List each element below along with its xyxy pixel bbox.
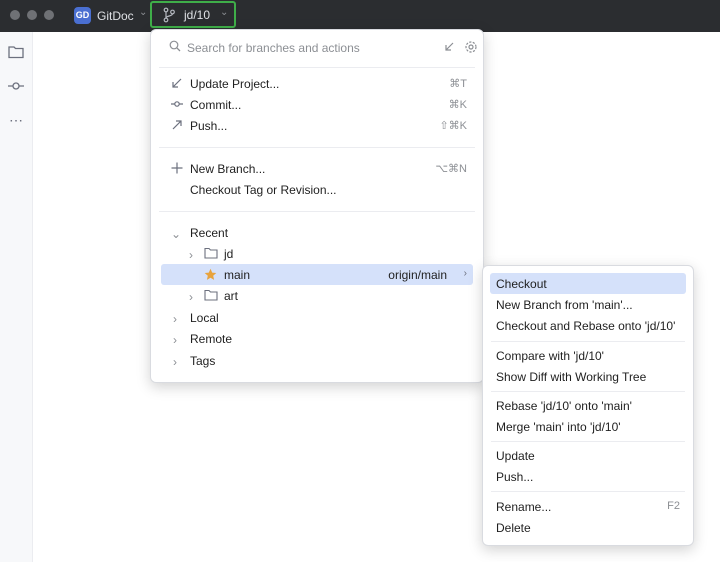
chevron-down-icon: ⌄ [220, 7, 229, 18]
menu-item-label: Merge 'main' into 'jd/10' [496, 420, 621, 434]
folder-label: art [224, 289, 239, 303]
zoom-window-button[interactable] [44, 10, 54, 20]
checkout-tag-item[interactable]: Checkout Tag or Revision... [161, 179, 473, 200]
search-bar [165, 38, 477, 58]
shortcut: ⌘T [449, 78, 467, 90]
gear-icon[interactable] [464, 40, 478, 54]
chevron-right-icon: › [173, 312, 177, 326]
menu-item-label: Show Diff with Working Tree [496, 370, 647, 384]
separator [159, 211, 475, 212]
tracking-branch: origin/main [388, 268, 447, 282]
push-item[interactable]: Push... [490, 466, 686, 487]
commit-icon[interactable] [6, 76, 26, 96]
title-bar: GD GitDoc ⌄ jd/10 ⌄ [0, 0, 720, 32]
menu-item-label: Push... [190, 119, 228, 133]
more-icon[interactable]: ⋯ [6, 112, 26, 132]
checkout-rebase-item[interactable]: Checkout and Rebase onto 'jd/10' [490, 315, 686, 336]
remote-group[interactable]: › Remote [161, 328, 473, 349]
separator [491, 341, 685, 342]
checkout-item[interactable]: Checkout [490, 273, 686, 294]
search-icon [169, 40, 181, 52]
menu-item-label: Compare with 'jd/10' [496, 349, 604, 363]
chevron-right-icon: › [189, 290, 193, 304]
delete-item[interactable]: Delete [490, 517, 686, 538]
menu-item-label: Push... [496, 470, 534, 484]
group-label: Remote [190, 332, 233, 346]
folder-jd[interactable]: › jd [161, 243, 473, 264]
separator [491, 391, 685, 392]
menu-item-label: Delete [496, 521, 531, 535]
commit-item[interactable]: Commit... ⌘K [161, 94, 473, 115]
push-icon [172, 120, 182, 130]
project-badge[interactable]: GD [74, 7, 91, 24]
branch-icon [163, 7, 175, 23]
tags-group[interactable]: › Tags [161, 350, 473, 371]
update-item[interactable]: Update [490, 445, 686, 466]
search-input[interactable] [187, 38, 417, 58]
folder-icon [204, 247, 218, 259]
push-item[interactable]: Push... ⇧⌘K [161, 115, 473, 136]
menu-item-label: Update Project... [190, 77, 280, 91]
collapse-icon[interactable] [442, 40, 456, 54]
separator [491, 491, 685, 492]
show-diff-item[interactable]: Show Diff with Working Tree [490, 366, 686, 387]
minimize-window-button[interactable] [27, 10, 37, 20]
shortcut: ⇧⌘K [439, 120, 467, 132]
menu-item-label: New Branch from 'main'... [496, 298, 633, 312]
group-label: Recent [190, 226, 229, 240]
chevron-right-icon: › [189, 248, 193, 262]
folder-label: jd [224, 247, 234, 261]
shortcut: ⌥⌘N [435, 163, 467, 175]
branch-actions-submenu: Checkout New Branch from 'main'... Check… [482, 265, 694, 546]
new-branch-item[interactable]: New Branch... ⌥⌘N [161, 158, 473, 179]
folder-icon [204, 289, 218, 301]
tool-window-strip: ⋯ [0, 32, 33, 562]
current-branch-label: jd/10 [184, 8, 211, 22]
rename-item[interactable]: Rename... F2 [490, 496, 686, 517]
update-project-icon [172, 78, 182, 88]
menu-item-label: Rename... [496, 500, 552, 514]
group-label: Local [190, 311, 219, 325]
branches-popup: Update Project... ⌘T Commit... ⌘K Push..… [150, 29, 484, 383]
shortcut: ⌘K [448, 99, 467, 111]
chevron-right-icon: › [173, 333, 177, 347]
chevron-down-icon: ⌄ [171, 227, 182, 241]
menu-item-label: Checkout and Rebase onto 'jd/10' [496, 319, 676, 333]
chevron-right-icon: › [463, 268, 467, 279]
chevron-down-icon[interactable]: ⌄ [139, 7, 147, 18]
separator [159, 147, 475, 148]
separator [159, 67, 475, 68]
branch-widget[interactable]: jd/10 ⌄ [150, 1, 236, 28]
project-name[interactable]: GitDoc [97, 9, 134, 23]
update-project-item[interactable]: Update Project... ⌘T [161, 73, 473, 94]
local-group[interactable]: › Local [161, 307, 473, 328]
menu-item-label: Rebase 'jd/10' onto 'main' [496, 399, 632, 413]
plus-icon [171, 162, 183, 174]
branch-main[interactable]: main origin/main › [161, 264, 473, 285]
close-window-button[interactable] [10, 10, 20, 20]
compare-item[interactable]: Compare with 'jd/10' [490, 345, 686, 366]
folder-art[interactable]: › art [161, 285, 473, 306]
menu-item-label: Update [496, 449, 535, 463]
branch-label: main [224, 268, 251, 282]
menu-item-label: Commit... [190, 98, 242, 112]
commit-icon [171, 101, 183, 107]
rebase-item[interactable]: Rebase 'jd/10' onto 'main' [490, 395, 686, 416]
menu-item-label: Checkout [496, 277, 547, 291]
menu-item-label: Checkout Tag or Revision... [190, 183, 337, 197]
shortcut: F2 [667, 500, 680, 512]
recent-group[interactable]: ⌄ Recent [161, 222, 473, 243]
menu-item-label: New Branch... [190, 162, 266, 176]
separator [491, 441, 685, 442]
folder-icon[interactable] [6, 42, 26, 62]
group-label: Tags [190, 354, 216, 368]
chevron-right-icon: › [173, 355, 177, 369]
new-branch-from-item[interactable]: New Branch from 'main'... [490, 294, 686, 315]
star-icon [204, 268, 217, 280]
merge-item[interactable]: Merge 'main' into 'jd/10' [490, 416, 686, 437]
